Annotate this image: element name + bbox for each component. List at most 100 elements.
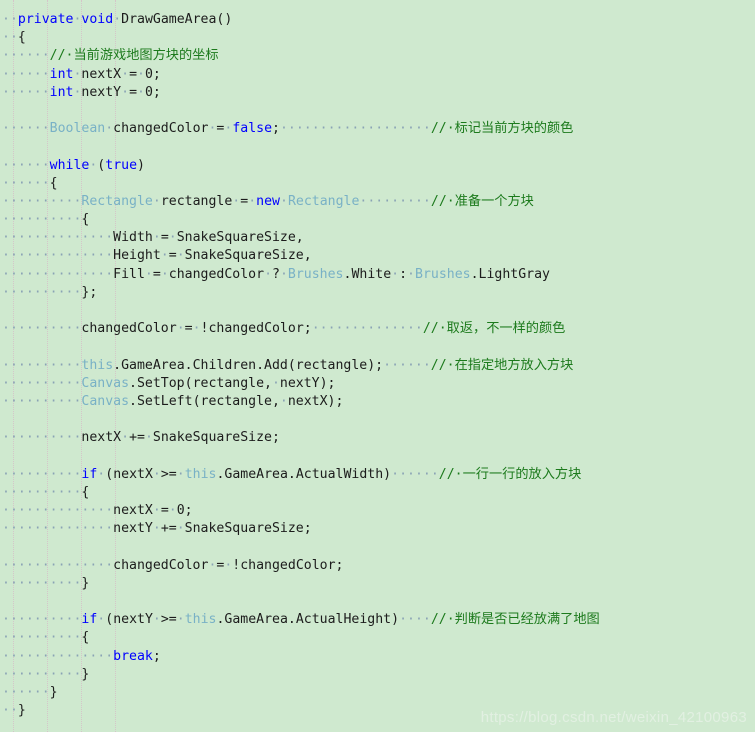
- code-token-plain: .SetLeft(rectangle,: [129, 393, 280, 409]
- code-line[interactable]: ··············nextY·+=·SnakeSquareSize;: [0, 520, 755, 538]
- code-token-dot: ·········: [359, 193, 431, 209]
- code-token-dot: ·: [152, 466, 161, 482]
- code-token-brace: {: [81, 212, 90, 228]
- code-line[interactable]: ··········Rectangle·rectangle·=·new·Rect…: [0, 193, 755, 211]
- code-token-kw: while: [49, 157, 90, 173]
- code-line[interactable]: ··············changedColor·=·!changedCol…: [0, 557, 755, 575]
- code-token-plain: ): [137, 157, 145, 173]
- code-line[interactable]: ··············nextX·=·0;: [0, 502, 755, 520]
- code-token-dot: ······: [2, 48, 50, 64]
- code-token-cmt: //·一行一行的放入方块: [438, 466, 582, 482]
- code-line[interactable]: ······int·nextY·=·0;: [0, 84, 755, 102]
- code-line[interactable]: [0, 138, 755, 156]
- code-token-plain: .GameArea.ActualHeight): [216, 612, 400, 628]
- code-token-brace: {: [81, 630, 90, 646]
- code-line[interactable]: ··········{: [0, 484, 755, 502]
- code-token-dot: ·: [168, 503, 177, 519]
- code-token-brace: }: [49, 684, 58, 700]
- code-token-type: Brushes: [287, 266, 344, 282]
- code-token-dot: ··············: [2, 230, 114, 246]
- code-line[interactable]: ······Boolean·changedColor·=·false;·····…: [0, 120, 755, 138]
- code-token-dot: ··········: [2, 193, 82, 209]
- code-line[interactable]: [0, 102, 755, 120]
- code-line[interactable]: ··········}: [0, 575, 755, 593]
- code-line[interactable]: ··········Canvas.SetTop(rectangle,·nextY…: [0, 375, 755, 393]
- csdn-watermark: https://blog.csdn.net/weixin_42100963: [480, 709, 747, 726]
- code-line[interactable]: ··········Canvas.SetLeft(rectangle,·next…: [0, 393, 755, 411]
- code-token-dot: ······: [2, 66, 50, 82]
- code-line[interactable]: ··········{: [0, 629, 755, 647]
- code-token-dot: ······: [391, 466, 439, 482]
- code-token-plain: changedColor: [113, 557, 209, 573]
- code-token-brace: }: [81, 575, 90, 591]
- code-line[interactable]: ··············break;: [0, 648, 755, 666]
- code-line[interactable]: [0, 593, 755, 611]
- code-token-dot: ······: [2, 121, 50, 137]
- code-line[interactable]: ··········this.GameArea.Children.Add(rec…: [0, 357, 755, 375]
- code-token-plain: :: [399, 266, 408, 282]
- code-line[interactable]: ······}: [0, 684, 755, 702]
- code-line[interactable]: ··············Height·=·SnakeSquareSize,: [0, 247, 755, 265]
- code-line[interactable]: [0, 302, 755, 320]
- code-token-plain: SnakeSquareSize;: [184, 521, 312, 537]
- code-line[interactable]: ··{: [0, 29, 755, 47]
- code-token-kw: break: [113, 648, 153, 664]
- code-token-dot: ·: [176, 612, 185, 628]
- code-token-plain: ?: [272, 266, 280, 282]
- code-token-type: Rectangle: [81, 193, 153, 209]
- code-token-plain: +=: [160, 521, 177, 537]
- code-token-num: 0;: [176, 503, 193, 519]
- code-line[interactable]: ··········}: [0, 666, 755, 684]
- code-token-dot: ······: [383, 357, 431, 373]
- code-content[interactable]: ··private·void·DrawGameArea() ··{······//…: [0, 11, 755, 720]
- code-token-plain: =: [168, 248, 177, 264]
- code-token-dot: ··············: [2, 248, 114, 264]
- code-token-plain: SnakeSquareSize;: [152, 430, 280, 446]
- code-token-dot: ·: [137, 84, 145, 100]
- code-line[interactable]: ··············Fill·=·changedColor·?·Brus…: [0, 266, 755, 284]
- code-line[interactable]: ··········nextX·+=·SnakeSquareSize;: [0, 429, 755, 447]
- code-token-kw: int: [49, 66, 74, 82]
- code-line[interactable]: [0, 538, 755, 556]
- code-line[interactable]: ··········{: [0, 211, 755, 229]
- code-token-dot: ·: [168, 230, 177, 246]
- code-line[interactable]: [0, 338, 755, 356]
- code-token-plain: nextX: [81, 430, 122, 446]
- code-line[interactable]: ··············Width·=·SnakeSquareSize,: [0, 229, 755, 247]
- code-token-kw: true: [105, 157, 138, 173]
- code-token-dot: ·: [160, 248, 169, 264]
- code-token-dot: ·: [152, 193, 161, 209]
- code-editor-pane[interactable]: ··private·void·DrawGameArea() ··{······//…: [0, 0, 755, 732]
- code-token-plain: !changedColor;: [200, 321, 312, 337]
- code-token-cmt: //·标记当前方块的颜色: [430, 121, 574, 137]
- code-line[interactable]: ······//·当前游戏地图方块的坐标: [0, 47, 755, 65]
- code-token-kw: private: [17, 12, 74, 27]
- code-token-dot: ··········: [2, 575, 82, 591]
- code-token-dot: ··········: [2, 666, 82, 682]
- code-line[interactable]: [0, 411, 755, 429]
- code-token-plain: Fill: [113, 266, 145, 282]
- code-token-brace: {: [49, 175, 58, 191]
- code-line[interactable]: ······{: [0, 175, 755, 193]
- code-line[interactable]: ··········if·(nextX·>=·this.GameArea.Act…: [0, 466, 755, 484]
- code-line[interactable]: [0, 448, 755, 466]
- code-token-plain: SnakeSquareSize,: [176, 230, 304, 246]
- code-token-dot: ·: [113, 12, 122, 27]
- code-line[interactable]: ······int·nextX·=·0;: [0, 66, 755, 84]
- code-token-kw: int: [49, 84, 74, 100]
- code-token-dot: ·: [176, 466, 185, 482]
- code-token-dot: ··········: [2, 484, 82, 500]
- code-token-plain: =: [152, 266, 161, 282]
- code-token-dot: ·: [152, 612, 161, 628]
- code-line[interactable]: ··········};: [0, 284, 755, 302]
- code-token-plain: ;: [272, 121, 280, 137]
- code-token-plain: =: [240, 193, 249, 209]
- code-line[interactable]: ··········changedColor·=·!changedColor;·…: [0, 320, 755, 338]
- code-line[interactable]: ······while·(true): [0, 157, 755, 175]
- code-token-dot: ·: [152, 230, 161, 246]
- code-token-dot: ·: [279, 193, 288, 209]
- code-line[interactable]: ··········if·(nextY·>=·this.GameArea.Act…: [0, 611, 755, 629]
- code-token-dot: ··········: [2, 630, 82, 646]
- code-line[interactable]: ··private·void·DrawGameArea(): [0, 11, 755, 29]
- code-token-dot: ··············: [2, 557, 114, 573]
